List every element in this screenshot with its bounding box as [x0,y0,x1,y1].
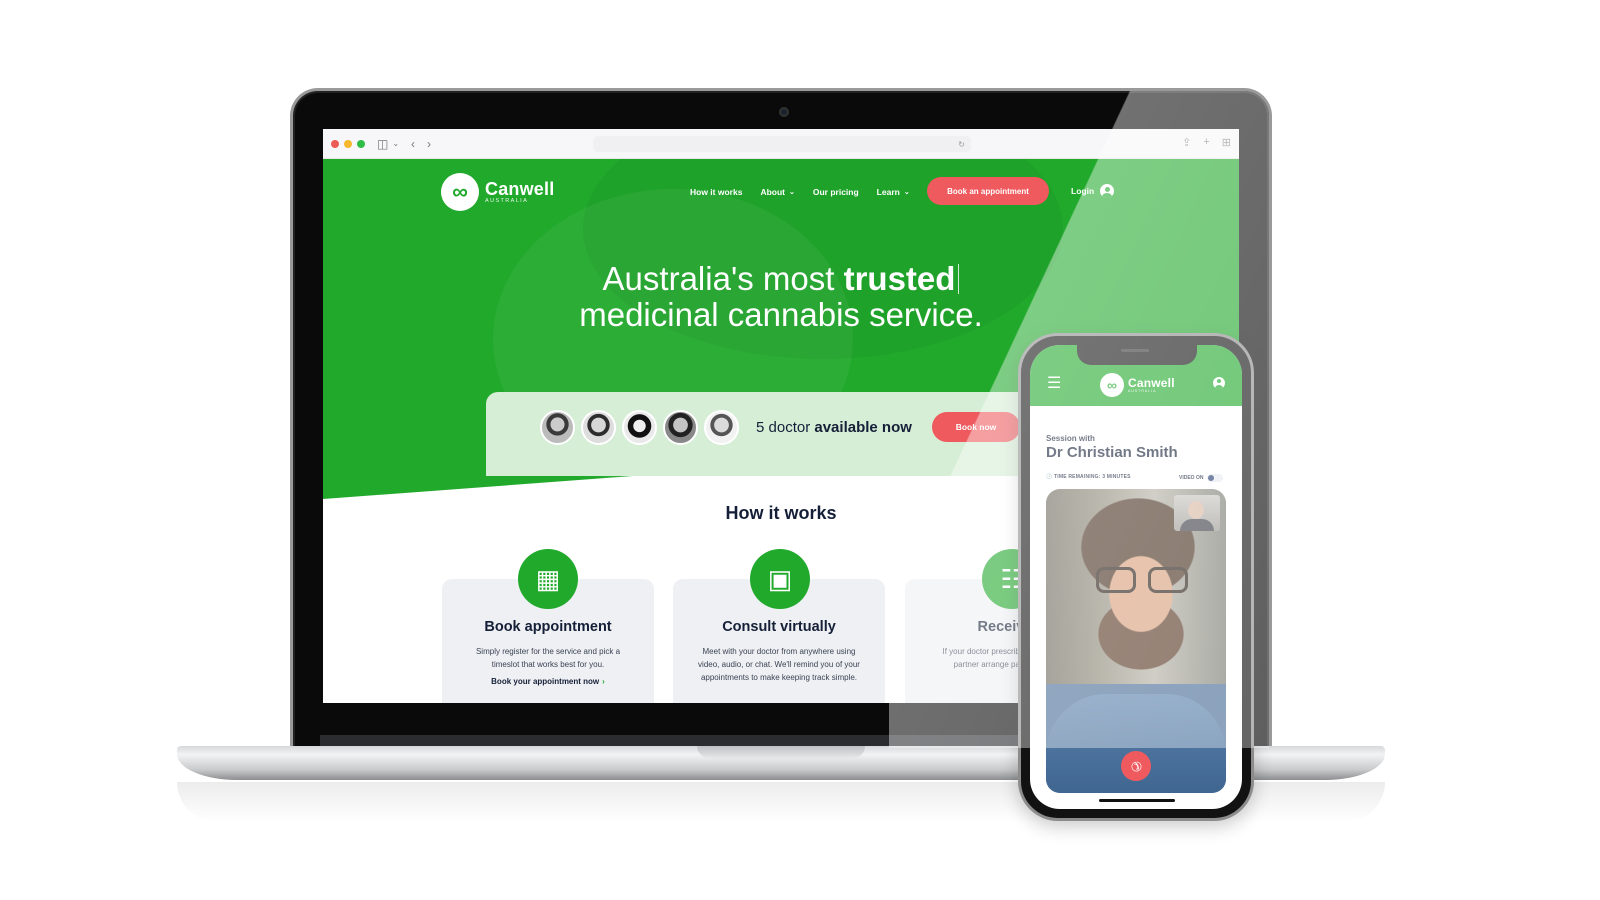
phone-device: ☰ ∞ Canwell AUSTRALIA Session with Dr Ch… [1018,333,1254,821]
doctor-name: Dr Christian Smith [1046,444,1178,461]
canwell-logo-icon: ∞ [441,173,479,211]
laptop-opening-notch [697,746,865,758]
sidebar-icon[interactable]: ◫ [377,138,388,150]
calendar-icon: ▦ [518,549,578,609]
close-window-button[interactable] [331,139,339,148]
share-icon[interactable]: ⇪ [1182,136,1191,149]
doctor-avatars [540,410,739,445]
headline-bold: trusted [843,260,956,297]
video-devices-icon: ▣ [750,549,810,609]
nav-links: How it works About ⌄ Our pricing Learn ⌄ [690,187,910,197]
nav-label: About [760,187,785,197]
back-icon[interactable]: ‹ [411,138,415,150]
chevron-down-icon: ⌄ [788,189,795,196]
video-toggle-row: VIDEO ON [1179,474,1224,482]
doctor-avatar [704,410,739,445]
brand-subtitle: AUSTRALIA [1128,389,1157,393]
phone-screen: ☰ ∞ Canwell AUSTRALIA Session with Dr Ch… [1030,345,1242,809]
browser-toolbar: ◫ ⌄ ‹ › ↻ ⇪ + ⊞ [323,129,1239,159]
headline-line2: medicinal cannabis service. [579,296,983,333]
doctor-avatar [581,410,616,445]
patient-video-glasses [1096,567,1188,595]
canwell-logo-icon: ∞ [1100,373,1124,397]
window-controls [331,139,365,148]
login-label: Login [1071,186,1095,196]
browser-actions: ⇪ + ⊞ [1182,136,1231,149]
site-navbar: ∞ Canwell AUSTRALIA How it works About ⌄ [323,159,1239,223]
doctor-avatar [622,410,657,445]
availability-text: 5 doctor available now [756,419,912,436]
maximize-window-button[interactable] [357,139,365,148]
hero-headline: Australia's most trusted medicinal canna… [323,261,1239,333]
nav-our-pricing[interactable]: Our pricing [813,187,859,197]
session-label: Session with [1046,434,1095,443]
doctor-avatar [540,410,575,445]
logo-text: Canwell AUSTRALIA [485,180,554,204]
doctor-avatar [663,410,698,445]
hamburger-menu-icon[interactable]: ☰ [1047,376,1061,392]
address-bar[interactable]: ↻ [593,136,971,152]
book-now-button[interactable]: Book now [932,412,1020,442]
login-link[interactable]: Login [1071,184,1115,198]
device-mockup-stage: ◫ ⌄ ‹ › ↻ ⇪ + ⊞ ∞ Canwell AUSTRALIA How … [0,0,1600,900]
book-appointment-now-link[interactable]: Book your appointment now › [442,677,654,686]
nav-learn[interactable]: Learn ⌄ [877,187,910,197]
nav-how-it-works[interactable]: How it works [690,187,742,197]
brand-name: Canwell [1128,376,1175,390]
text-caret [958,264,960,294]
video-label: VIDEO ON [1179,475,1204,481]
book-appointment-button[interactable]: Book an appointment [927,177,1049,205]
brand-name: Canwell [485,179,555,199]
doctor-count: 5 doctor [756,419,815,436]
phone-logo[interactable]: ∞ Canwell AUSTRALIA [1100,373,1175,397]
headline-prefix: Australia's most [602,260,844,297]
laptop-camera [779,107,789,117]
time-remaining: 🕓 TIME REMAINING: 3 MINUTES [1046,474,1131,480]
video-call-feed: ✆ [1046,489,1226,793]
user-icon [1100,184,1115,198]
user-account-icon[interactable] [1213,377,1225,389]
step-title: Consult virtually [722,619,836,635]
nav-label: How it works [690,187,743,197]
step-link-label: Book your appointment now [491,677,600,686]
home-indicator [1099,799,1175,802]
tab-overview-icon[interactable]: ⊞ [1222,136,1231,149]
step-description: Simply register for the service and pick… [475,647,621,669]
site-logo[interactable]: ∞ Canwell AUSTRALIA [441,173,554,211]
step-description: Meet with your doctor from anywhere usin… [698,647,860,682]
self-view-pip [1174,495,1220,531]
brand-subtitle: AUSTRALIA [485,198,529,204]
reload-icon[interactable]: ↻ [958,140,965,149]
phone-notch [1077,345,1197,365]
nav-label: Learn [876,187,900,197]
nav-label: Our pricing [812,187,859,197]
new-tab-icon[interactable]: + [1203,136,1209,149]
forward-icon[interactable]: › [427,138,431,150]
step-title: Book appointment [484,619,612,635]
availability-status: available now [814,419,912,436]
minimize-window-button[interactable] [344,139,352,148]
video-toggle[interactable] [1207,474,1224,482]
doctor-availability-card: 5 doctor available now Book now [486,392,1046,476]
chevron-down-icon: ⌄ [903,189,910,196]
logo-text: Canwell AUSTRALIA [1128,377,1175,393]
chevron-down-icon[interactable]: ⌄ [392,139,399,148]
nav-about[interactable]: About ⌄ [760,187,794,197]
chevron-right-icon: › [602,677,605,686]
